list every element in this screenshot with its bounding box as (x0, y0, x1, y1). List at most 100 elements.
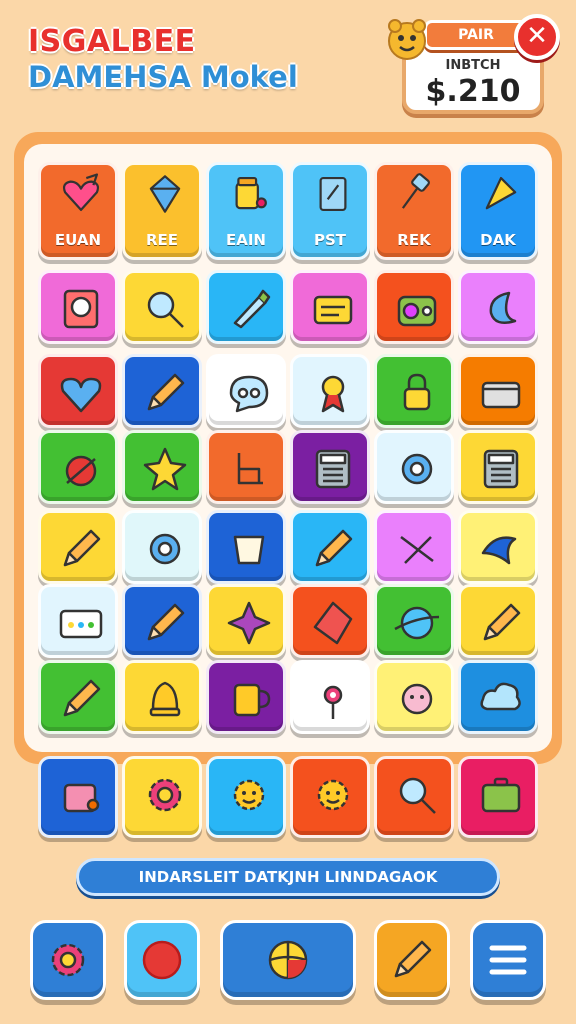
gear-icon (148, 778, 182, 812)
sun-icon (317, 779, 349, 811)
pen-icon (233, 289, 271, 329)
cloud-icon (480, 682, 521, 711)
ball-button[interactable] (220, 920, 356, 1000)
pencil-icon (394, 940, 432, 978)
sign-icon (313, 295, 353, 325)
game-tile[interactable]: PST (290, 162, 370, 260)
game-tile[interactable] (122, 354, 202, 428)
magnifier-icon (147, 291, 184, 328)
game-tile[interactable] (458, 584, 538, 658)
ornament-icon (65, 455, 97, 487)
game-tile[interactable] (374, 270, 454, 344)
game-tile[interactable] (374, 660, 454, 734)
tile-label: REK (397, 231, 431, 249)
game-tile[interactable] (206, 510, 286, 584)
menu-button[interactable] (470, 920, 546, 1000)
mascot-icon (388, 19, 426, 60)
tile-label: PST (313, 231, 347, 249)
game-tile[interactable] (206, 756, 286, 838)
gear-icon (51, 943, 85, 977)
heart-arrow-icon (62, 173, 100, 212)
fish-icon (481, 536, 517, 565)
menu-icon (489, 945, 527, 975)
game-tile[interactable] (458, 430, 538, 504)
game-tile[interactable] (122, 584, 202, 658)
game-tile[interactable] (290, 756, 370, 838)
game-title-line1: ISGALBEE (28, 24, 196, 59)
gear-button[interactable] (30, 920, 106, 1000)
game-tile[interactable] (122, 430, 202, 504)
game-tile[interactable] (458, 270, 538, 344)
portrait-icon (63, 289, 99, 329)
game-tile[interactable] (290, 584, 370, 658)
bag-icon (63, 783, 100, 813)
game-tile[interactable]: DAK (458, 162, 538, 260)
game-tile[interactable] (206, 354, 286, 428)
game-tile[interactable] (458, 660, 538, 734)
status-bar[interactable]: INDARSLEIT DATKJNH LINNDAGAOK (76, 858, 500, 896)
game-tile[interactable] (38, 584, 118, 658)
record-button[interactable] (124, 920, 200, 1000)
moon-icon (489, 291, 517, 324)
pencil-icon (315, 529, 353, 567)
game-tile[interactable]: EAIN (206, 162, 286, 260)
sparkle-icon (227, 601, 271, 645)
game-tile[interactable] (122, 510, 202, 584)
heart-icon (60, 377, 102, 413)
game-tile[interactable] (122, 660, 202, 734)
game-tile[interactable] (206, 584, 286, 658)
game-tile[interactable] (206, 660, 286, 734)
game-tile[interactable] (38, 270, 118, 344)
game-tile[interactable] (206, 430, 286, 504)
game-tile[interactable] (290, 354, 370, 428)
game-tile[interactable] (38, 510, 118, 584)
game-tile[interactable] (290, 660, 370, 734)
suitcase-icon (481, 777, 521, 813)
game-tile[interactable] (458, 510, 538, 584)
score-value: $.210 (425, 74, 521, 109)
bell-icon (149, 681, 181, 717)
game-tile[interactable] (38, 430, 118, 504)
ring-icon (149, 533, 181, 565)
game-tile[interactable] (374, 756, 454, 838)
game-tile[interactable] (290, 430, 370, 504)
sun-icon (233, 779, 265, 811)
game-tile[interactable] (290, 270, 370, 344)
game-tile[interactable] (374, 430, 454, 504)
clipboard-icon (319, 176, 347, 212)
game-tile[interactable] (38, 660, 118, 734)
keyboard-icon (59, 609, 103, 639)
game-tile[interactable] (38, 756, 118, 838)
game-tile[interactable] (458, 354, 538, 428)
game-tile[interactable] (122, 270, 202, 344)
tile-label: DAK (480, 231, 516, 249)
game-tile[interactable] (290, 510, 370, 584)
ball-icon (268, 940, 308, 980)
bubble-icon (229, 375, 269, 413)
star-icon (143, 447, 187, 491)
tile-label: EAIN (226, 231, 266, 249)
flower-icon (323, 685, 343, 719)
game-tile[interactable] (122, 756, 202, 838)
ring-icon (401, 453, 433, 485)
planet-icon (394, 606, 440, 640)
game-tile[interactable] (374, 354, 454, 428)
game-tile[interactable] (458, 756, 538, 838)
game-tile[interactable]: EUAN (38, 162, 118, 260)
game-tile[interactable]: REK (374, 162, 454, 260)
game-tile[interactable] (374, 510, 454, 584)
game-tile[interactable]: REE (122, 162, 202, 260)
box-icon (481, 381, 521, 409)
close-button[interactable]: ✕ (514, 14, 560, 60)
pencil-icon (63, 679, 101, 717)
game-title-line2: DAMEHSA Mokel (28, 60, 298, 94)
face-icon (401, 683, 433, 715)
game-tile[interactable] (206, 270, 286, 344)
calculator-icon (483, 449, 519, 489)
tile-label: REE (145, 231, 179, 249)
magnifier-icon (399, 777, 436, 814)
game-tile[interactable] (374, 584, 454, 658)
kite-icon (149, 175, 181, 213)
pencil-button[interactable] (374, 920, 450, 1000)
game-tile[interactable] (38, 354, 118, 428)
